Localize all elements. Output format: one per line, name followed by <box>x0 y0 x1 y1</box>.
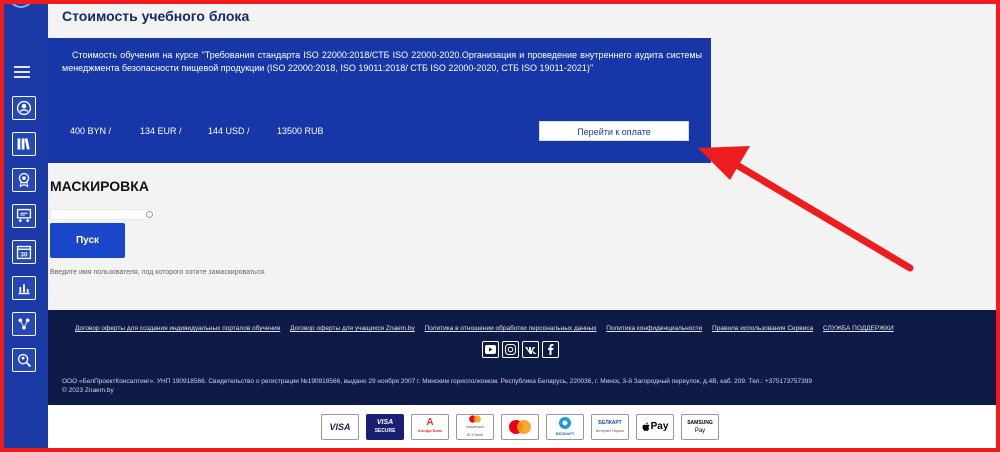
main-content: Стоимость учебного блока Стоимость обуче… <box>48 0 996 448</box>
mastercard-logo <box>501 414 539 440</box>
footer-link-privacy[interactable]: Политика конфиденциальности <box>606 325 702 332</box>
masking-hint: Введите имя пользователя, под которого х… <box>50 269 266 276</box>
footer-link-portal-offer[interactable]: Договор оферты для создания индивидуальн… <box>75 325 280 332</box>
input-indicator-icon <box>146 211 153 218</box>
calendar-number: 30 <box>20 252 28 259</box>
course-description: Стоимость обучения на курсе "Требования … <box>62 50 702 73</box>
facebook-icon[interactable] <box>542 341 559 358</box>
price-eur: 134 EUR / <box>140 126 182 136</box>
vk-icon[interactable] <box>522 341 539 358</box>
statistics-icon[interactable] <box>12 276 36 300</box>
instagram-icon[interactable] <box>502 341 519 358</box>
footer-link-student-offer[interactable]: Договор оферты для учащихся Znaem.by <box>290 325 415 332</box>
samsung-pay-logo: SAMSUNG Pay <box>681 414 719 440</box>
masking-user-input[interactable] <box>50 209 156 220</box>
youtube-icon[interactable] <box>482 341 499 358</box>
alfa-bank-logo: А Альфа Банк <box>411 414 449 440</box>
sidebar: 30 <box>4 0 48 448</box>
presentation-icon[interactable] <box>12 204 36 228</box>
price-usd: 144 USD / <box>208 126 250 136</box>
footer-link-data-policy[interactable]: Политика в отношении обработки персональ… <box>425 325 597 332</box>
menu-icon[interactable] <box>14 66 30 78</box>
masking-title: МАСКИРОВКА <box>50 178 149 194</box>
belkart-logo: БЕЛКАРТ <box>546 414 584 440</box>
logo-icon <box>8 0 34 8</box>
network-icon[interactable] <box>12 312 36 336</box>
apple-pay-logo: Pay <box>636 414 674 440</box>
footer-legal: ООО «БелПроектКонсалтинг». УНП 190918566… <box>62 377 812 395</box>
mastercard-idcheck-logo: mastercard ID Check <box>456 414 494 440</box>
footer-links: Договор оферты для создания индивидуальн… <box>75 325 902 332</box>
price-rub: 13500 RUB <box>277 126 324 136</box>
go-to-payment-button[interactable]: Перейти к оплате <box>539 121 689 141</box>
certificate-icon[interactable] <box>12 168 36 192</box>
social-links <box>482 341 559 358</box>
search-user-icon[interactable] <box>12 348 36 372</box>
page-title: Стоимость учебного блока <box>62 8 250 24</box>
visa-secure-logo: VISA SECURE <box>366 414 404 440</box>
footer-link-terms[interactable]: Правила использования Сервиса <box>712 325 813 332</box>
company-info: ООО «БелПроектКонсалтинг». УНП 190918566… <box>62 378 813 385</box>
price-byn: 400 BYN / <box>70 126 112 136</box>
start-button[interactable]: Пуск <box>50 223 125 258</box>
visa-logo: VISA <box>321 414 359 440</box>
calendar-30-icon[interactable]: 30 <box>12 240 36 264</box>
belkart-internet-password-logo: БЕЛКАРТ Интернет-Пароль <box>591 414 629 440</box>
footer: Договор оферты для создания индивидуальн… <box>48 310 996 405</box>
payment-logos: VISA VISA SECURE А Альфа Банк mastercard I… <box>48 405 996 448</box>
users-icon[interactable] <box>12 96 36 120</box>
course-price-block: Стоимость обучения на курсе "Требования … <box>48 38 711 163</box>
books-icon[interactable] <box>12 132 36 156</box>
copyright: © 2023 Znaem.by <box>62 387 114 394</box>
footer-link-support[interactable]: СЛУЖБА ПОДДЕРЖКИ <box>823 325 894 332</box>
